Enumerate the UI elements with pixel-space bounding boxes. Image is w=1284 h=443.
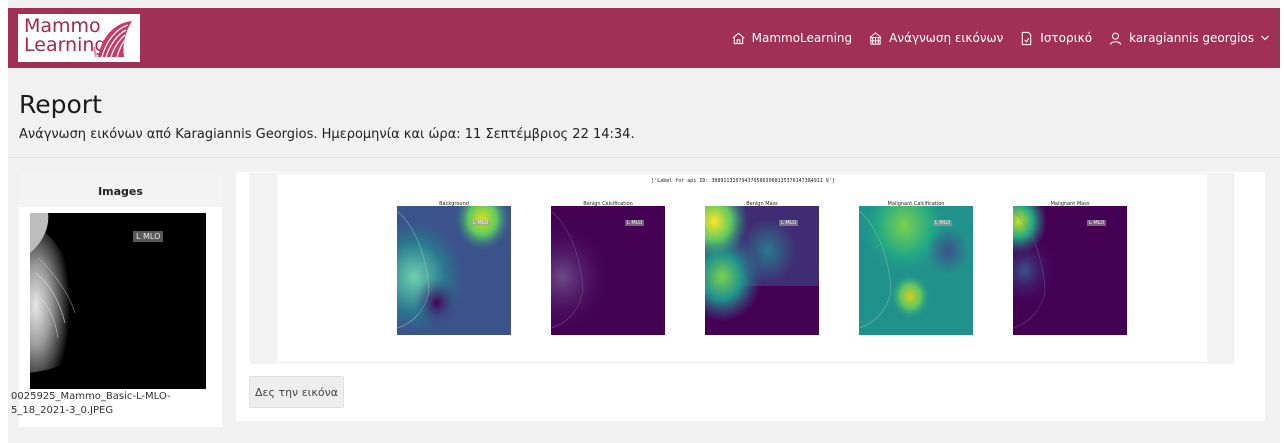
page-border-right <box>1280 0 1284 443</box>
view-label-tag: L MLO <box>133 231 164 242</box>
subplot-view-tag: L MLO <box>471 220 491 226</box>
user-icon <box>1109 32 1122 45</box>
figure-margin-right <box>1207 174 1233 364</box>
figure-caption: ['Label for api ID: 30891132079437058630… <box>651 178 835 184</box>
nav-item-history[interactable]: Ιστορικό <box>1019 31 1092 46</box>
header-divider <box>8 157 1280 158</box>
image-reader-icon <box>869 31 882 45</box>
page-border-left <box>0 0 8 443</box>
subplot-view-tag: L MLO <box>779 220 799 226</box>
page-title: Report <box>19 90 102 119</box>
nav-label-mammolearning: MammoLearning <box>751 31 853 45</box>
images-card-header: Images <box>19 172 222 207</box>
view-image-button[interactable]: Δες την εικόνα <box>249 376 344 408</box>
nav-item-image-reading[interactable]: Ανάγνωση εικόνων <box>868 31 1003 46</box>
images-card-title: Images <box>98 185 143 198</box>
page-subtitle: Ανάγνωση εικόνων από Karagiannis Georgio… <box>19 127 635 142</box>
ribbon-logo-icon <box>93 21 132 58</box>
subplot-benign-mass: Benign Mass L MLO <box>705 201 819 335</box>
images-card: Images L MLO <box>19 172 222 427</box>
heatmap-figure: ['Label for api ID: 30891132079437058630… <box>250 173 1234 364</box>
heatmap-background <box>397 206 511 335</box>
user-name: karagiannis georgios <box>1129 31 1254 45</box>
subplot-view-tag: L MLO <box>933 220 953 226</box>
nav-item-mammolearning[interactable]: MammoLearning <box>731 31 853 46</box>
subplot-malignant-calcification: Malignant Calcification L MLO <box>859 201 973 335</box>
mammogram-image <box>30 213 206 389</box>
subplot-view-tag: L MLO <box>625 220 645 226</box>
heatmap-benign-mass <box>705 206 819 335</box>
heatmap-malignant-calcification <box>859 206 973 335</box>
subplot-background: Background L MLO <box>397 201 511 335</box>
document-icon <box>1022 31 1032 45</box>
subplot-view-tag: L MLO <box>1087 220 1107 226</box>
nav-label-history: Ιστορικό <box>1040 31 1093 45</box>
subplot-benign-calcification: Benign Calcification L MLO <box>551 201 665 335</box>
subplot-malignant-mass: Malignant Mass L MLO <box>1013 201 1127 335</box>
home-icon <box>732 32 745 44</box>
figure-margin-left <box>251 174 277 364</box>
mammogram-thumbnail[interactable]: L MLO <box>30 213 206 389</box>
image-filename: 0025925_Mammo_Basic-L-MLO-5_18_2021-3_0.… <box>11 391 171 416</box>
top-navbar: Mammo Learning MammoLearning Ανάγνωση ει… <box>8 8 1280 68</box>
nav-links: MammoLearning Ανάγνωση εικόνων Ιστορικό … <box>731 8 1270 68</box>
report-card: ['Label for api ID: 30891132079437058630… <box>236 172 1265 421</box>
nav-label-image-reading: Ανάγνωση εικόνων <box>889 31 1004 45</box>
user-menu[interactable]: karagiannis georgios <box>1108 31 1270 46</box>
heatmap-benign-calcification <box>551 206 665 335</box>
mammolearning-logo[interactable]: Mammo Learning <box>18 14 140 62</box>
heatmap-malignant-mass <box>1013 206 1127 335</box>
chevron-down-icon <box>1261 35 1269 41</box>
